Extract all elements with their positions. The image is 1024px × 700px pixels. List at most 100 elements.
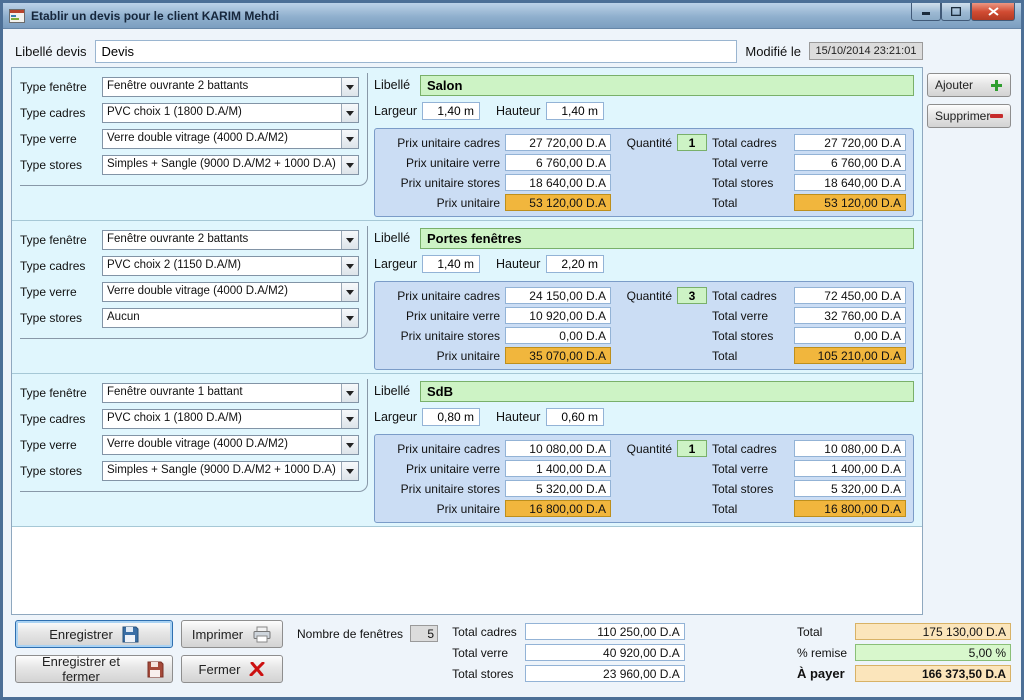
hauteur-input[interactable] — [546, 102, 604, 120]
total-cadres-label: Total cadres — [712, 442, 789, 456]
libelle-input[interactable] — [420, 228, 914, 249]
type-stores-value: Simples + Sangle (9000 D.A/M2 + 1000 D.A… — [103, 462, 341, 480]
remise-label: % remise — [797, 646, 847, 660]
pu-stores-value: 5 320,00 D.A — [505, 480, 611, 497]
pu-cadres-label: Prix unitaire cadres — [382, 289, 500, 303]
chevron-down-icon — [341, 462, 358, 480]
pu-total-value: 35 070,00 D.A — [505, 347, 611, 364]
remise-input[interactable] — [855, 644, 1011, 661]
quantite-input[interactable] — [677, 287, 707, 304]
chevron-down-icon — [341, 231, 358, 249]
imprimer-button[interactable]: Imprimer — [181, 620, 283, 648]
total-cadres-value: 27 720,00 D.A — [794, 134, 906, 151]
largeur-input[interactable] — [422, 102, 480, 120]
devis-input[interactable] — [95, 40, 738, 63]
supprimer-label: Supprimer — [935, 109, 990, 123]
type-cadres-select[interactable]: PVC choix 1 (1800 D.A/M) — [102, 409, 359, 429]
pu-cadres-label: Prix unitaire cadres — [382, 136, 500, 150]
quantite-input[interactable] — [677, 440, 707, 457]
footer-total-label: Total — [797, 625, 847, 639]
enregistrer-fermer-button[interactable]: Enregistrer et fermer — [15, 655, 173, 683]
largeur-label: Largeur — [374, 410, 422, 424]
type-cadres-value: PVC choix 1 (1800 D.A/M) — [103, 410, 341, 428]
maximize-button[interactable] — [941, 2, 971, 21]
ajouter-button[interactable]: Ajouter — [927, 73, 1011, 97]
type-cadres-select[interactable]: PVC choix 1 (1800 D.A/M) — [102, 103, 359, 123]
type-fenetre-select[interactable]: Fenêtre ouvrante 1 battant — [102, 383, 359, 403]
enregistrer-fermer-label: Enregistrer et fermer — [24, 654, 138, 684]
type-stores-label: Type stores — [20, 311, 102, 325]
type-verre-value: Verre double vitrage (4000 D.A/M2) — [103, 283, 341, 301]
quantite-input[interactable] — [677, 134, 707, 151]
enregistrer-button[interactable]: Enregistrer — [15, 620, 173, 648]
chevron-down-icon — [341, 410, 358, 428]
total-value: 53 120,00 D.A — [794, 194, 906, 211]
type-verre-select[interactable]: Verre double vitrage (4000 D.A/M2) — [102, 282, 359, 302]
type-stores-select[interactable]: Aucun — [102, 308, 359, 328]
modified-label: Modifié le — [745, 44, 801, 59]
libelle-input[interactable] — [420, 381, 914, 402]
type-stores-label: Type stores — [20, 464, 102, 478]
total-stores-label: Total stores — [712, 329, 789, 343]
hauteur-label: Hauteur — [496, 410, 546, 424]
type-verre-select[interactable]: Verre double vitrage (4000 D.A/M2) — [102, 129, 359, 149]
pu-cadres-label: Prix unitaire cadres — [382, 442, 500, 456]
pu-verre-label: Prix unitaire verre — [382, 462, 500, 476]
footer-total-verre-value: 40 920,00 D.A — [525, 644, 685, 661]
minimize-button[interactable] — [911, 2, 941, 21]
enregistrer-label: Enregistrer — [49, 627, 113, 642]
type-stores-select[interactable]: Simples + Sangle (9000 D.A/M2 + 1000 D.A… — [102, 155, 359, 175]
total-stores-value: 18 640,00 D.A — [794, 174, 906, 191]
quote-line-section: Type fenêtre Fenêtre ouvrante 2 battants… — [12, 221, 922, 374]
fermer-button[interactable]: Fermer — [181, 655, 283, 683]
header-row: Libellé devis Modifié le 15/10/2014 23:2… — [15, 38, 923, 64]
total-stores-label: Total stores — [712, 176, 789, 190]
pu-stores-label: Prix unitaire stores — [382, 482, 500, 496]
footer-total-stores-label: Total stores — [452, 667, 517, 681]
footer-totals: Total 175 130,00 D.A % remise À payer 16… — [797, 623, 1011, 682]
type-fenetre-select[interactable]: Fenêtre ouvrante 2 battants — [102, 230, 359, 250]
minus-icon — [990, 113, 1003, 119]
price-panel: Prix unitaire cadres 27 720,00 D.A Quant… — [374, 128, 914, 217]
devis-label: Libellé devis — [15, 44, 87, 59]
footer-total-value: 175 130,00 D.A — [855, 623, 1011, 640]
type-verre-select[interactable]: Verre double vitrage (4000 D.A/M2) — [102, 435, 359, 455]
price-panel: Prix unitaire cadres 24 150,00 D.A Quant… — [374, 281, 914, 370]
total-value: 105 210,00 D.A — [794, 347, 906, 364]
largeur-input[interactable] — [422, 408, 480, 426]
footer-total-cadres-value: 110 250,00 D.A — [525, 623, 685, 640]
largeur-input[interactable] — [422, 255, 480, 273]
quantite-label: Quantité — [616, 289, 672, 303]
supprimer-button[interactable]: Supprimer — [927, 104, 1011, 128]
footer-total-verre-label: Total verre — [452, 646, 517, 660]
type-fenetre-label: Type fenêtre — [20, 80, 102, 94]
type-cadres-select[interactable]: PVC choix 2 (1150 D.A/M) — [102, 256, 359, 276]
total-cadres-label: Total cadres — [712, 289, 789, 303]
hauteur-input[interactable] — [546, 255, 604, 273]
total-label: Total — [712, 196, 789, 210]
type-verre-label: Type verre — [20, 132, 102, 146]
pu-verre-label: Prix unitaire verre — [382, 156, 500, 170]
save-close-icon — [147, 661, 164, 678]
total-value: 16 800,00 D.A — [794, 500, 906, 517]
hauteur-input[interactable] — [546, 408, 604, 426]
close-button[interactable] — [971, 2, 1015, 21]
pu-total-value: 53 120,00 D.A — [505, 194, 611, 211]
ajouter-label: Ajouter — [935, 78, 973, 92]
quotes-panel: Type fenêtre Fenêtre ouvrante 2 battants… — [11, 67, 923, 615]
type-stores-select[interactable]: Simples + Sangle (9000 D.A/M2 + 1000 D.A… — [102, 461, 359, 481]
quote-line-section: Type fenêtre Fenêtre ouvrante 2 battants… — [12, 68, 922, 221]
quantite-label: Quantité — [616, 136, 672, 150]
libelle-label: Libellé — [374, 231, 420, 245]
type-fenetre-select[interactable]: Fenêtre ouvrante 2 battants — [102, 77, 359, 97]
total-stores-value: 5 320,00 D.A — [794, 480, 906, 497]
window-title: Etablir un devis pour le client KARIM Me… — [31, 9, 279, 23]
pu-label: Prix unitaire — [382, 502, 500, 516]
pu-verre-value: 10 920,00 D.A — [505, 307, 611, 324]
type-fenetre-value: Fenêtre ouvrante 1 battant — [103, 384, 341, 402]
nb-fenetres-value: 5 — [410, 625, 438, 642]
type-cadres-value: PVC choix 2 (1150 D.A/M) — [103, 257, 341, 275]
largeur-label: Largeur — [374, 257, 422, 271]
type-cadres-label: Type cadres — [20, 412, 102, 426]
libelle-input[interactable] — [420, 75, 914, 96]
